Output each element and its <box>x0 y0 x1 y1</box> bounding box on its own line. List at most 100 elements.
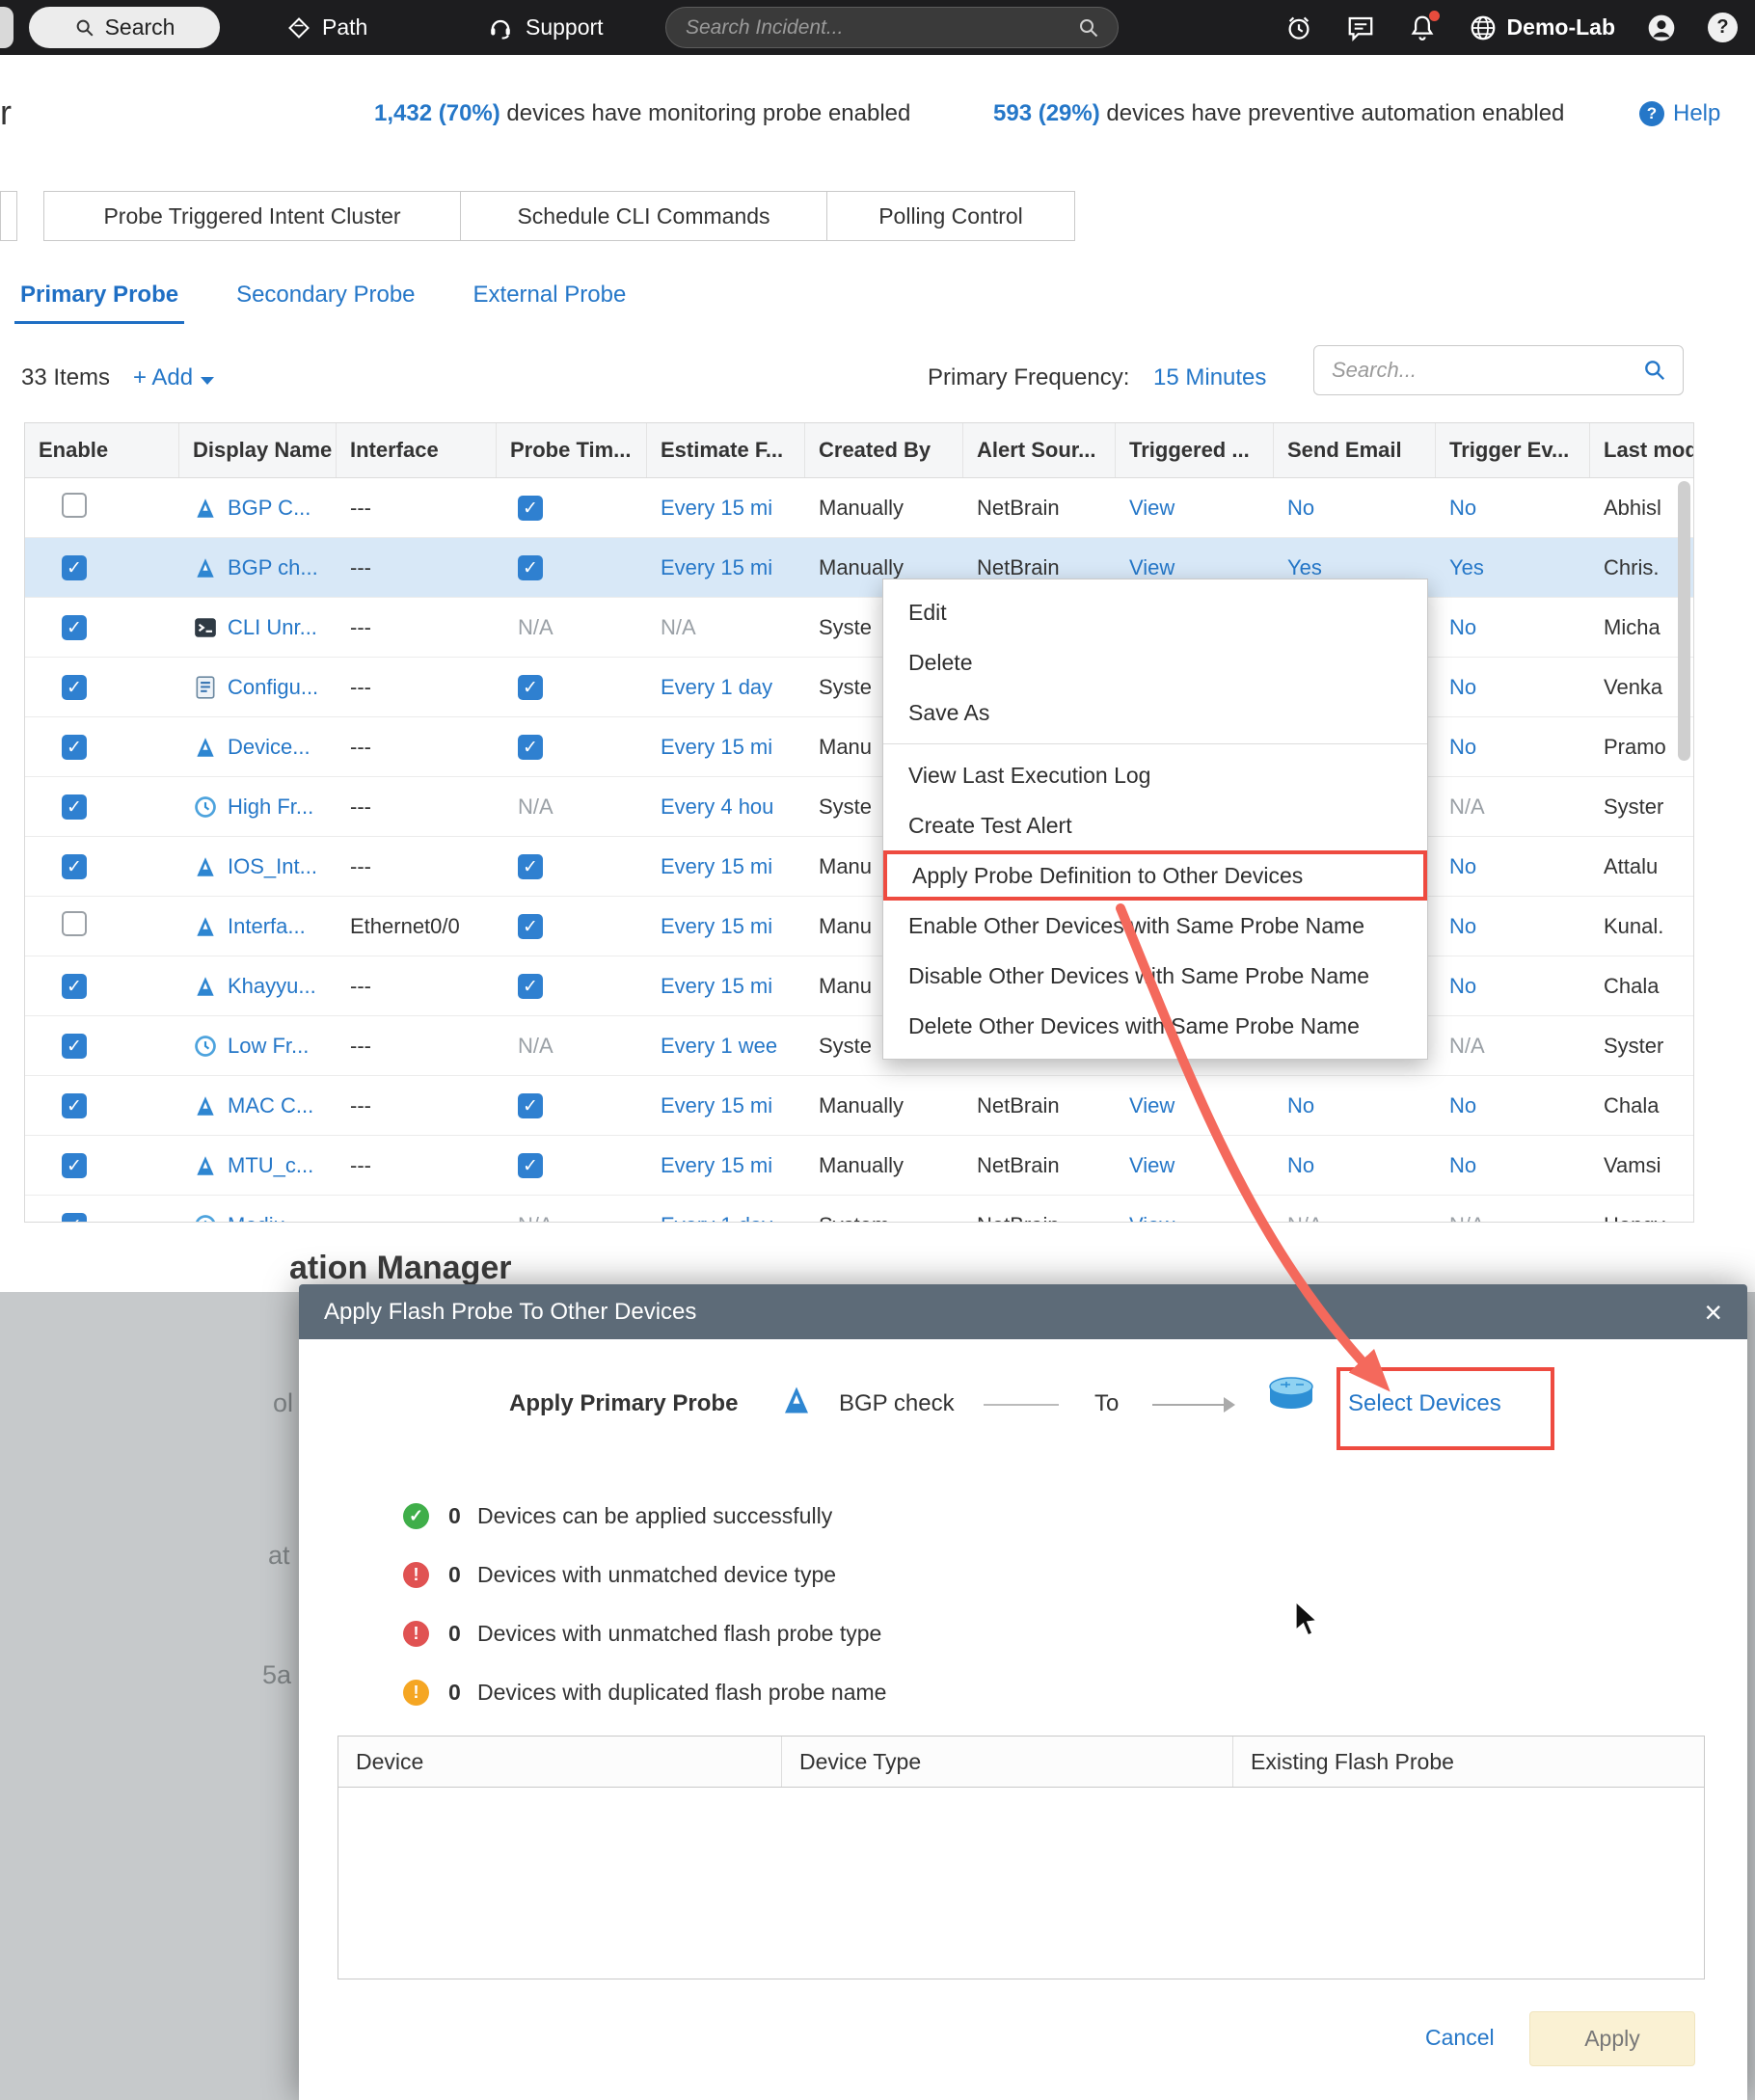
subtab-external-probe[interactable]: External Probe <box>468 282 633 324</box>
cell-send-email[interactable]: No <box>1274 496 1436 521</box>
col-last-modified[interactable]: Last mod... <box>1590 423 1693 477</box>
cell-send-email[interactable]: No <box>1274 1153 1436 1178</box>
col-enable[interactable]: Enable <box>25 423 179 477</box>
cell-triggered-view-link[interactable]: View <box>1116 496 1274 521</box>
cell-display-name[interactable]: High Fr... <box>179 794 337 820</box>
cell-estimate-frequency[interactable]: Every 15 mi <box>647 1153 805 1178</box>
close-icon[interactable]: × <box>1704 1297 1722 1328</box>
cell-send-email[interactable]: N/A <box>1274 1213 1436 1224</box>
probe-timer-checkbox[interactable]: ✓ <box>518 735 543 760</box>
cell-send-email[interactable]: Yes <box>1274 555 1436 580</box>
cell-trigger-event[interactable]: No <box>1436 615 1590 640</box>
enable-checkbox[interactable]: ✓ <box>62 1034 87 1059</box>
device-name-link[interactable]: BGP ch... <box>228 555 318 580</box>
probe-timer-checkbox[interactable]: ✓ <box>518 675 543 700</box>
enable-checkbox[interactable]: ✓ <box>62 675 87 700</box>
cell-trigger-event[interactable]: N/A <box>1436 1213 1590 1224</box>
incident-search-input[interactable] <box>684 15 1077 40</box>
probe-timer-checkbox[interactable]: ✓ <box>518 1093 543 1118</box>
cell-display-name[interactable]: Device... <box>179 735 337 760</box>
cell-trigger-event[interactable]: No <box>1436 914 1590 939</box>
cell-estimate-frequency[interactable]: Every 4 hou <box>647 794 805 820</box>
cell-trigger-event[interactable]: No <box>1436 1153 1590 1178</box>
table-row[interactable]: ✓BGP ch...---✓Every 15 miManuallyNetBrai… <box>25 538 1693 598</box>
table-row[interactable]: ✓Low Fr...---N/AEvery 1 weeSysteN/ASyste… <box>25 1016 1693 1076</box>
probe-timer-checkbox[interactable]: ✓ <box>518 974 543 999</box>
chat-icon[interactable] <box>1345 13 1376 43</box>
cell-trigger-event[interactable]: Yes <box>1436 555 1590 580</box>
table-row[interactable]: ✓MTU_c...---✓Every 15 miManuallyNetBrain… <box>25 1136 1693 1196</box>
tenant-selector[interactable]: Demo-Lab <box>1469 13 1615 42</box>
cell-display-name[interactable]: Mediu... <box>179 1213 337 1224</box>
user-avatar[interactable] <box>1646 13 1677 43</box>
col-triggered[interactable]: Triggered ... <box>1116 423 1274 477</box>
enable-checkbox[interactable]: ✓ <box>62 1153 87 1178</box>
cell-triggered-view-link[interactable]: View <box>1116 1213 1274 1224</box>
device-name-link[interactable]: Interfa... <box>228 914 306 939</box>
device-name-link[interactable]: MTU_c... <box>228 1153 313 1178</box>
enable-checkbox[interactable]: ✓ <box>62 615 87 640</box>
cell-trigger-event[interactable]: N/A <box>1436 794 1590 820</box>
table-row[interactable]: ✓CLI Unr...---N/AN/ASysteNoMicha <box>25 598 1693 658</box>
notifications-bell-icon[interactable] <box>1407 13 1438 43</box>
cell-trigger-event[interactable]: N/A <box>1436 1034 1590 1059</box>
device-name-link[interactable]: Configu... <box>228 675 318 700</box>
cell-estimate-frequency[interactable]: Every 15 mi <box>647 555 805 580</box>
cancel-button[interactable]: Cancel <box>1425 2025 1495 2051</box>
enable-checkbox[interactable]: ✓ <box>62 974 87 999</box>
device-name-link[interactable]: BGP C... <box>228 496 310 521</box>
menu-item[interactable]: View Last Execution Log <box>883 750 1427 800</box>
cell-display-name[interactable]: MTU_c... <box>179 1153 337 1178</box>
menu-item[interactable]: Disable Other Devices with Same Probe Na… <box>883 951 1427 1001</box>
cell-trigger-event[interactable]: No <box>1436 854 1590 879</box>
table-row[interactable]: ✓Khayyu...---✓Every 15 miManuNoChala <box>25 956 1693 1016</box>
probe-timer-checkbox[interactable]: ✓ <box>518 1153 543 1178</box>
cell-estimate-frequency[interactable]: Every 15 mi <box>647 914 805 939</box>
cell-estimate-frequency[interactable]: Every 15 mi <box>647 735 805 760</box>
enable-checkbox[interactable] <box>62 911 87 936</box>
col-trigger-event[interactable]: Trigger Ev... <box>1436 423 1590 477</box>
table-row[interactable]: Interfa...Ethernet0/0✓Every 15 miManuNoK… <box>25 897 1693 956</box>
cell-display-name[interactable]: MAC C... <box>179 1093 337 1118</box>
table-row[interactable]: ✓IOS_Int...---✓Every 15 miManuNoAttalu <box>25 837 1693 897</box>
cell-trigger-event[interactable]: No <box>1436 735 1590 760</box>
cell-send-email[interactable]: No <box>1274 1093 1436 1118</box>
apply-button[interactable]: Apply <box>1529 2011 1695 2066</box>
table-row[interactable]: ✓Device...---✓Every 15 miManuNoPramo <box>25 717 1693 777</box>
table-row[interactable]: BGP C...---✓Every 15 miManuallyNetBrainV… <box>25 478 1693 538</box>
device-name-link[interactable]: Device... <box>228 735 310 760</box>
cell-display-name[interactable]: BGP C... <box>179 496 337 521</box>
cell-trigger-event[interactable]: No <box>1436 1093 1590 1118</box>
menu-item-apply-probe-definition[interactable]: Apply Probe Definition to Other Devices <box>883 850 1427 901</box>
menu-item[interactable]: Delete Other Devices with Same Probe Nam… <box>883 1001 1427 1051</box>
probe-timer-checkbox[interactable]: ✓ <box>518 854 543 879</box>
cell-estimate-frequency[interactable]: Every 15 mi <box>647 854 805 879</box>
tab-schedule-cli-commands[interactable]: Schedule CLI Commands <box>460 191 827 241</box>
cell-display-name[interactable]: CLI Unr... <box>179 615 337 640</box>
col-display-name[interactable]: Display Name <box>179 423 337 477</box>
path-button[interactable]: Path <box>287 0 367 55</box>
probe-timer-checkbox[interactable]: ✓ <box>518 496 543 521</box>
tab-polling-control[interactable]: Polling Control <box>826 191 1075 241</box>
probe-timer-checkbox[interactable]: ✓ <box>518 555 543 580</box>
table-row[interactable]: ✓Mediu...---N/AEvery 1 daySystemNetBrain… <box>25 1196 1693 1223</box>
cell-estimate-frequency[interactable]: Every 1 wee <box>647 1034 805 1059</box>
incident-search[interactable] <box>665 7 1119 48</box>
cell-triggered-view-link[interactable]: View <box>1116 1153 1274 1178</box>
cell-estimate-frequency[interactable]: Every 15 mi <box>647 1093 805 1118</box>
support-button[interactable]: Support <box>487 0 604 55</box>
enable-checkbox[interactable]: ✓ <box>62 794 87 820</box>
add-button[interactable]: + Add <box>133 364 214 391</box>
vertical-scrollbar[interactable] <box>1678 481 1690 1214</box>
table-search-input[interactable] <box>1330 357 1642 384</box>
cell-estimate-frequency[interactable]: Every 1 day <box>647 675 805 700</box>
menu-item[interactable]: Create Test Alert <box>883 800 1427 850</box>
alarm-icon[interactable] <box>1283 13 1314 43</box>
table-row[interactable]: ✓Configu...---✓Every 1 daySysteNoVenka <box>25 658 1693 717</box>
col-alert-source[interactable]: Alert Sour... <box>963 423 1116 477</box>
subtab-primary-probe[interactable]: Primary Probe <box>14 282 184 324</box>
cell-triggered-view-link[interactable]: View <box>1116 1093 1274 1118</box>
device-name-link[interactable]: CLI Unr... <box>228 615 317 640</box>
menu-item[interactable]: Edit <box>883 587 1427 637</box>
menu-item[interactable]: Enable Other Devices with Same Probe Nam… <box>883 901 1427 951</box>
